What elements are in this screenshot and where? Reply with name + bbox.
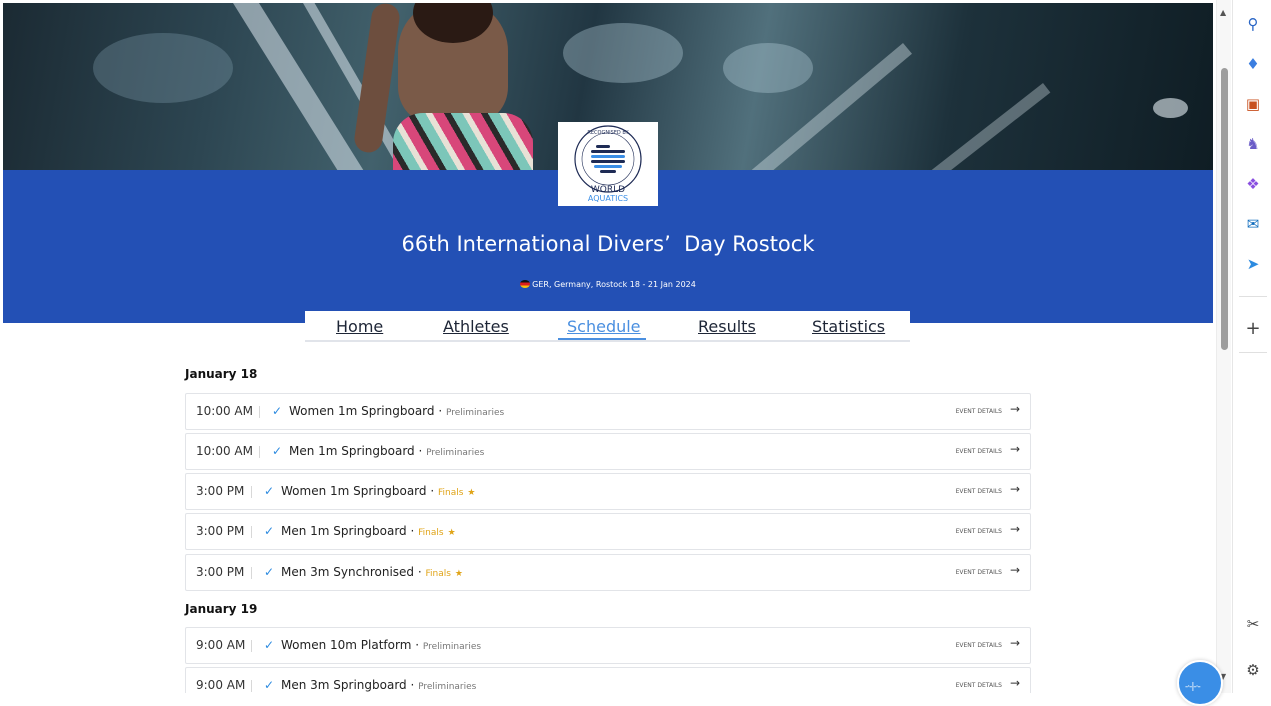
search-icon[interactable]: ⚲ [1243, 14, 1263, 34]
arrow-right-icon[interactable]: → [1010, 482, 1020, 496]
germany-flag-icon [520, 280, 531, 288]
send-icon[interactable]: ➤ [1243, 254, 1263, 274]
day-heading: January 19 [185, 602, 258, 616]
event-time: 3:00 PM [196, 484, 245, 498]
diving-icon: ✓ [264, 678, 275, 692]
trophy-icon: ★ [447, 528, 456, 538]
event-time: 3:00 PM [196, 524, 245, 538]
arrow-right-icon[interactable]: → [1010, 442, 1020, 456]
active-tab-indicator [558, 338, 646, 340]
event-name-line: Men 1m Springboard · Preliminaries [289, 444, 485, 458]
event-time: 10:00 AM [196, 444, 253, 458]
event-details-link[interactable]: EVENT DETAILS [956, 408, 1002, 415]
event-row[interactable]: 3:00 PM ✓ Men 3m Synchronised · Finals ★ EVE… [185, 554, 1031, 591]
diving-icon: ✓ [272, 404, 283, 418]
event-time: 10:00 AM [196, 404, 253, 418]
tag-icon[interactable]: ♦ [1243, 54, 1263, 74]
toolbox-icon[interactable]: ▣ [1243, 94, 1263, 114]
separator [259, 446, 260, 458]
day-heading: January 18 [185, 367, 258, 381]
event-details-link[interactable]: EVENT DETAILS [956, 569, 1002, 576]
event-details-link[interactable]: EVENT DETAILS [956, 488, 1002, 495]
event-title: 66th International Divers’ Day Rostock [401, 232, 815, 256]
event-name: Women 1m Springboard [289, 404, 435, 418]
event-name-line: Women 10m Platform · Preliminaries [281, 638, 482, 652]
scrollbar-thumb[interactable] [1221, 68, 1228, 350]
event-phase: Finals [437, 488, 464, 498]
world-aquatics-logo: RECOGNISED BY WORLD AQUATICS [558, 122, 658, 206]
tab-schedule[interactable]: Schedule [567, 317, 641, 336]
event-name-line: Women 1m Springboard · Finals ★ [281, 484, 476, 498]
event-phase: Preliminaries [422, 642, 482, 652]
separator [251, 640, 252, 652]
event-time: 9:00 AM [196, 638, 246, 652]
event-row[interactable]: 10:00 AM ✓ Women 1m Springboard · Prelimin… [185, 393, 1031, 430]
event-name-line: Men 3m Synchronised · Finals ★ [281, 565, 463, 579]
browser-sidebar: ⚲ ♦ ▣ ♞ ❖ ✉ ➤ + ✂ ⚙ [1232, 0, 1271, 693]
event-location-dates: GER, Germany, Rostock 18 - 21 Jan 2024 [3, 280, 1213, 289]
arrow-right-icon[interactable]: → [1010, 676, 1020, 690]
event-row[interactable]: 3:00 PM ✓ Men 1m Springboard · Finals ★ EVEN… [185, 513, 1031, 550]
event-details-link[interactable]: EVENT DETAILS [956, 642, 1002, 649]
event-name: Men 3m Synchronised [281, 565, 415, 579]
diving-icon: ✓ [264, 638, 275, 652]
event-name: Women 10m Platform [281, 638, 412, 652]
separator [251, 567, 252, 579]
event-phase: Finals [425, 569, 451, 579]
separator [251, 680, 252, 692]
event-details-link[interactable]: EVENT DETAILS [956, 528, 1002, 535]
event-name: Men 1m Springboard [281, 524, 407, 538]
web-page: RECOGNISED BY WORLD AQUATICS 66th Intern… [0, 0, 1216, 693]
logo-line-aquatics: AQUATICS [588, 194, 628, 203]
copilot-icon[interactable]: ❖ [1243, 174, 1263, 194]
event-phase: Preliminaries [418, 682, 477, 692]
event-time: 3:00 PM [196, 565, 245, 579]
tab-athletes[interactable]: Athletes [443, 317, 509, 336]
event-details-link[interactable]: EVENT DETAILS [956, 682, 1002, 689]
diving-icon: ✓ [272, 444, 283, 458]
svg-text:RECOGNISED BY: RECOGNISED BY [587, 130, 629, 136]
floating-action-button[interactable]: -·-|-·- [1177, 660, 1223, 706]
event-phase: Preliminaries [426, 448, 485, 458]
event-row[interactable]: 3:00 PM ✓ Women 1m Springboard · Finals ★ EV… [185, 473, 1031, 510]
event-row[interactable]: 10:00 AM ✓ Men 1m Springboard · Preliminar… [185, 433, 1031, 470]
trophy-icon: ★ [467, 488, 476, 498]
main-nav: Home Athletes Schedule Results Statistic… [305, 311, 910, 342]
event-name-line: Men 1m Springboard · Finals ★ [281, 524, 456, 538]
tab-results[interactable]: Results [698, 317, 756, 336]
settings-icon[interactable]: ⚙ [1243, 660, 1263, 680]
separator [251, 486, 252, 498]
event-name-line: Women 1m Springboard · Preliminaries [289, 404, 505, 418]
event-row[interactable]: 9:00 AM ✓ Men 3m Springboard · Preliminari… [185, 667, 1031, 693]
outlook-icon[interactable]: ✉ [1243, 214, 1263, 234]
diving-icon: ✓ [264, 524, 275, 538]
tab-home[interactable]: Home [336, 317, 383, 336]
event-name-line: Men 3m Springboard · Preliminaries [281, 678, 477, 692]
page-scrollbar[interactable]: ▲ ▼ [1216, 0, 1231, 693]
event-name: Women 1m Springboard [281, 484, 427, 498]
separator [251, 526, 252, 538]
add-icon[interactable]: + [1243, 318, 1263, 339]
event-subtitle: GER, Germany, Rostock 18 - 21 Jan 2024 [532, 280, 696, 289]
arrow-right-icon[interactable]: → [1010, 563, 1020, 577]
event-name: Men 1m Springboard [289, 444, 415, 458]
event-details-link[interactable]: EVENT DETAILS [956, 448, 1002, 455]
event-phase: Finals [418, 528, 444, 538]
event-row[interactable]: 9:00 AM ✓ Women 10m Platform · Preliminari… [185, 627, 1031, 664]
arrow-right-icon[interactable]: → [1010, 402, 1020, 416]
arrow-right-icon[interactable]: → [1010, 636, 1020, 650]
event-name: Men 3m Springboard [281, 678, 407, 692]
event-phase: Preliminaries [445, 408, 505, 418]
screenshot-icon[interactable]: ✂ [1243, 614, 1263, 634]
tab-statistics[interactable]: Statistics [812, 317, 885, 336]
arrow-right-icon[interactable]: → [1010, 522, 1020, 536]
diving-icon: ✓ [264, 484, 275, 498]
trophy-icon: ★ [454, 569, 463, 579]
diving-icon: ✓ [264, 565, 275, 579]
scroll-up-icon[interactable]: ▲ [1220, 8, 1226, 17]
separator [259, 406, 260, 418]
chess-icon[interactable]: ♞ [1243, 134, 1263, 154]
event-time: 9:00 AM [196, 678, 246, 692]
